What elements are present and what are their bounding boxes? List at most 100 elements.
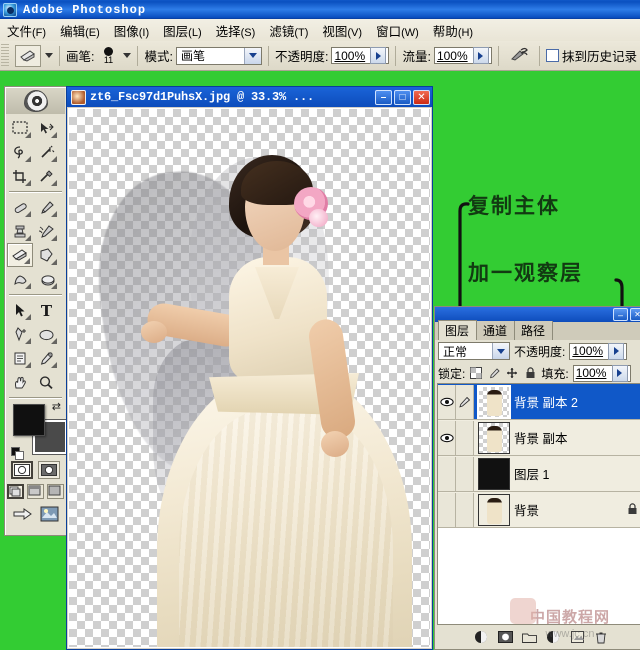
brush-chevron-down-icon[interactable] (123, 53, 131, 58)
layer-name[interactable]: 图层 1 (514, 464, 549, 483)
image-canvas[interactable] (69, 109, 430, 647)
lock-transparent-pixels-icon[interactable] (469, 366, 483, 380)
table-row[interactable]: 图层 1 (438, 456, 640, 492)
healing-brush-tool[interactable] (7, 195, 33, 219)
airbrush-icon[interactable] (509, 46, 529, 65)
default-colors-icon[interactable] (11, 447, 22, 458)
options-bar-grip[interactable] (1, 44, 9, 68)
opacity-input[interactable]: 100% (331, 47, 389, 64)
layer-active-brush-indicator[interactable] (456, 385, 474, 419)
layer-thumbnail[interactable] (478, 422, 510, 454)
layer-thumbnail[interactable] (478, 386, 510, 418)
standard-mode-button[interactable] (11, 461, 33, 479)
layer-thumbnail[interactable] (478, 494, 510, 526)
lock-position-icon[interactable] (505, 366, 519, 380)
pen-tool[interactable] (7, 322, 33, 346)
lasso-tool[interactable] (7, 140, 33, 164)
menu-item-window[interactable]: 窗口(W) (369, 19, 426, 42)
menu-item-filter[interactable]: 滤镜(T) (262, 19, 315, 42)
layer-visibility-toggle[interactable] (438, 421, 456, 455)
layers-palette-minimize-button[interactable]: – (613, 308, 628, 321)
path-selection-tool[interactable] (7, 298, 33, 322)
blend-mode-chevron-down-icon[interactable] (492, 343, 509, 359)
eraser-tool[interactable] (7, 243, 33, 267)
layer-visibility-toggle[interactable] (438, 457, 456, 491)
dodge-tool[interactable] (33, 267, 59, 291)
flow-slider-arrow-icon[interactable] (473, 47, 489, 64)
foreground-color-swatch[interactable] (13, 404, 45, 436)
menu-item-select[interactable]: 选择(S) (209, 19, 263, 42)
jump-to-imageready-icon[interactable] (12, 505, 36, 526)
flow-input[interactable]: 100% (434, 47, 492, 64)
marquee-tool[interactable] (7, 116, 33, 140)
active-tool-icon-eraser[interactable] (15, 45, 41, 67)
layer-link-cell[interactable] (456, 421, 474, 455)
mode-chevron-down-icon[interactable] (244, 48, 261, 64)
move-tool[interactable] (33, 116, 59, 140)
tab-channels[interactable]: 通道 (477, 321, 515, 340)
layers-palette-close-button[interactable]: ✕ (630, 308, 640, 321)
layer-name[interactable]: 背景 副本 2 (514, 392, 578, 411)
layer-link-cell[interactable] (456, 457, 474, 491)
layer-opacity-input[interactable]: 100% (569, 343, 627, 360)
document-close-button[interactable]: ✕ (413, 90, 430, 105)
toolbox-drag-handle[interactable] (6, 88, 65, 114)
table-row[interactable]: 背景 (438, 492, 640, 528)
menu-item-layer[interactable]: 图层(L) (156, 19, 208, 42)
full-screen-mode-button[interactable] (47, 484, 64, 499)
layer-name[interactable]: 背景 副本 (514, 428, 567, 447)
left-hand-shape (141, 321, 167, 343)
layer-list[interactable]: 背景 副本 2 背景 副本 图层 1 背景 (437, 383, 640, 625)
shape-tool[interactable] (33, 322, 59, 346)
menu-item-image[interactable]: 图像(I) (107, 19, 156, 42)
full-screen-with-menubar-button[interactable] (27, 484, 44, 499)
imageready-icon[interactable] (40, 505, 60, 526)
table-row[interactable]: 背景 副本 2 (438, 384, 640, 420)
layer-link-cell[interactable] (456, 493, 474, 527)
quick-mask-mode-button[interactable] (38, 461, 60, 479)
hand-tool[interactable] (7, 370, 33, 394)
eyedropper-tool[interactable] (33, 346, 59, 370)
blur-tool[interactable] (7, 267, 33, 291)
layer-style-icon[interactable] (474, 630, 489, 645)
layer-visibility-toggle[interactable] (438, 493, 456, 527)
document-minimize-button[interactable]: – (375, 90, 392, 105)
magic-wand-tool[interactable] (33, 140, 59, 164)
layer-thumbnail[interactable] (478, 458, 510, 490)
zoom-tool[interactable] (33, 370, 59, 394)
erase-to-history-checkbox[interactable] (546, 49, 559, 62)
tool-preset-chevron-down-icon[interactable] (45, 53, 53, 58)
menu-item-file[interactable]: 文件(F) (0, 19, 53, 42)
menu-item-help[interactable]: 帮助(H) (426, 19, 480, 42)
lock-all-icon[interactable] (523, 366, 537, 380)
menu-item-edit[interactable]: 编辑(E) (53, 19, 107, 42)
lock-image-pixels-icon[interactable] (487, 366, 501, 380)
app-title-bar: Adobe Photoshop (0, 0, 640, 19)
standard-screen-mode-button[interactable] (7, 484, 24, 499)
layer-fill-input[interactable]: 100% (573, 365, 631, 382)
slice-tool[interactable] (33, 164, 59, 188)
brush-preview[interactable]: 11 (97, 47, 119, 65)
document-title-bar[interactable]: zt6_Fsc97d1PuhsX.jpg @ 33.3% ... – □ ✕ (67, 87, 432, 107)
layer-name[interactable]: 背景 (514, 500, 539, 519)
tab-paths[interactable]: 路径 (515, 321, 553, 340)
layer-fill-slider-arrow-icon[interactable] (612, 365, 628, 382)
table-row[interactable]: 背景 副本 (438, 420, 640, 456)
blend-mode-select[interactable]: 正常 (438, 342, 510, 360)
type-tool[interactable]: T (33, 298, 59, 322)
document-maximize-button[interactable]: □ (394, 90, 411, 105)
history-brush-tool[interactable] (33, 219, 59, 243)
notes-tool[interactable] (7, 346, 33, 370)
tab-layers[interactable]: 图层 (438, 320, 477, 340)
swap-colors-icon[interactable]: ⇄ (52, 400, 61, 413)
layer-visibility-toggle[interactable] (438, 385, 456, 419)
menu-item-view[interactable]: 视图(V) (315, 19, 369, 42)
opacity-slider-arrow-icon[interactable] (370, 47, 386, 64)
canvas-viewport[interactable] (68, 108, 431, 648)
mode-select[interactable]: 画笔 (176, 47, 262, 65)
layer-opacity-slider-arrow-icon[interactable] (608, 343, 624, 360)
brush-tool[interactable] (33, 195, 59, 219)
crop-tool[interactable] (7, 164, 33, 188)
clone-stamp-tool[interactable] (7, 219, 33, 243)
gradient-tool[interactable] (33, 243, 59, 267)
